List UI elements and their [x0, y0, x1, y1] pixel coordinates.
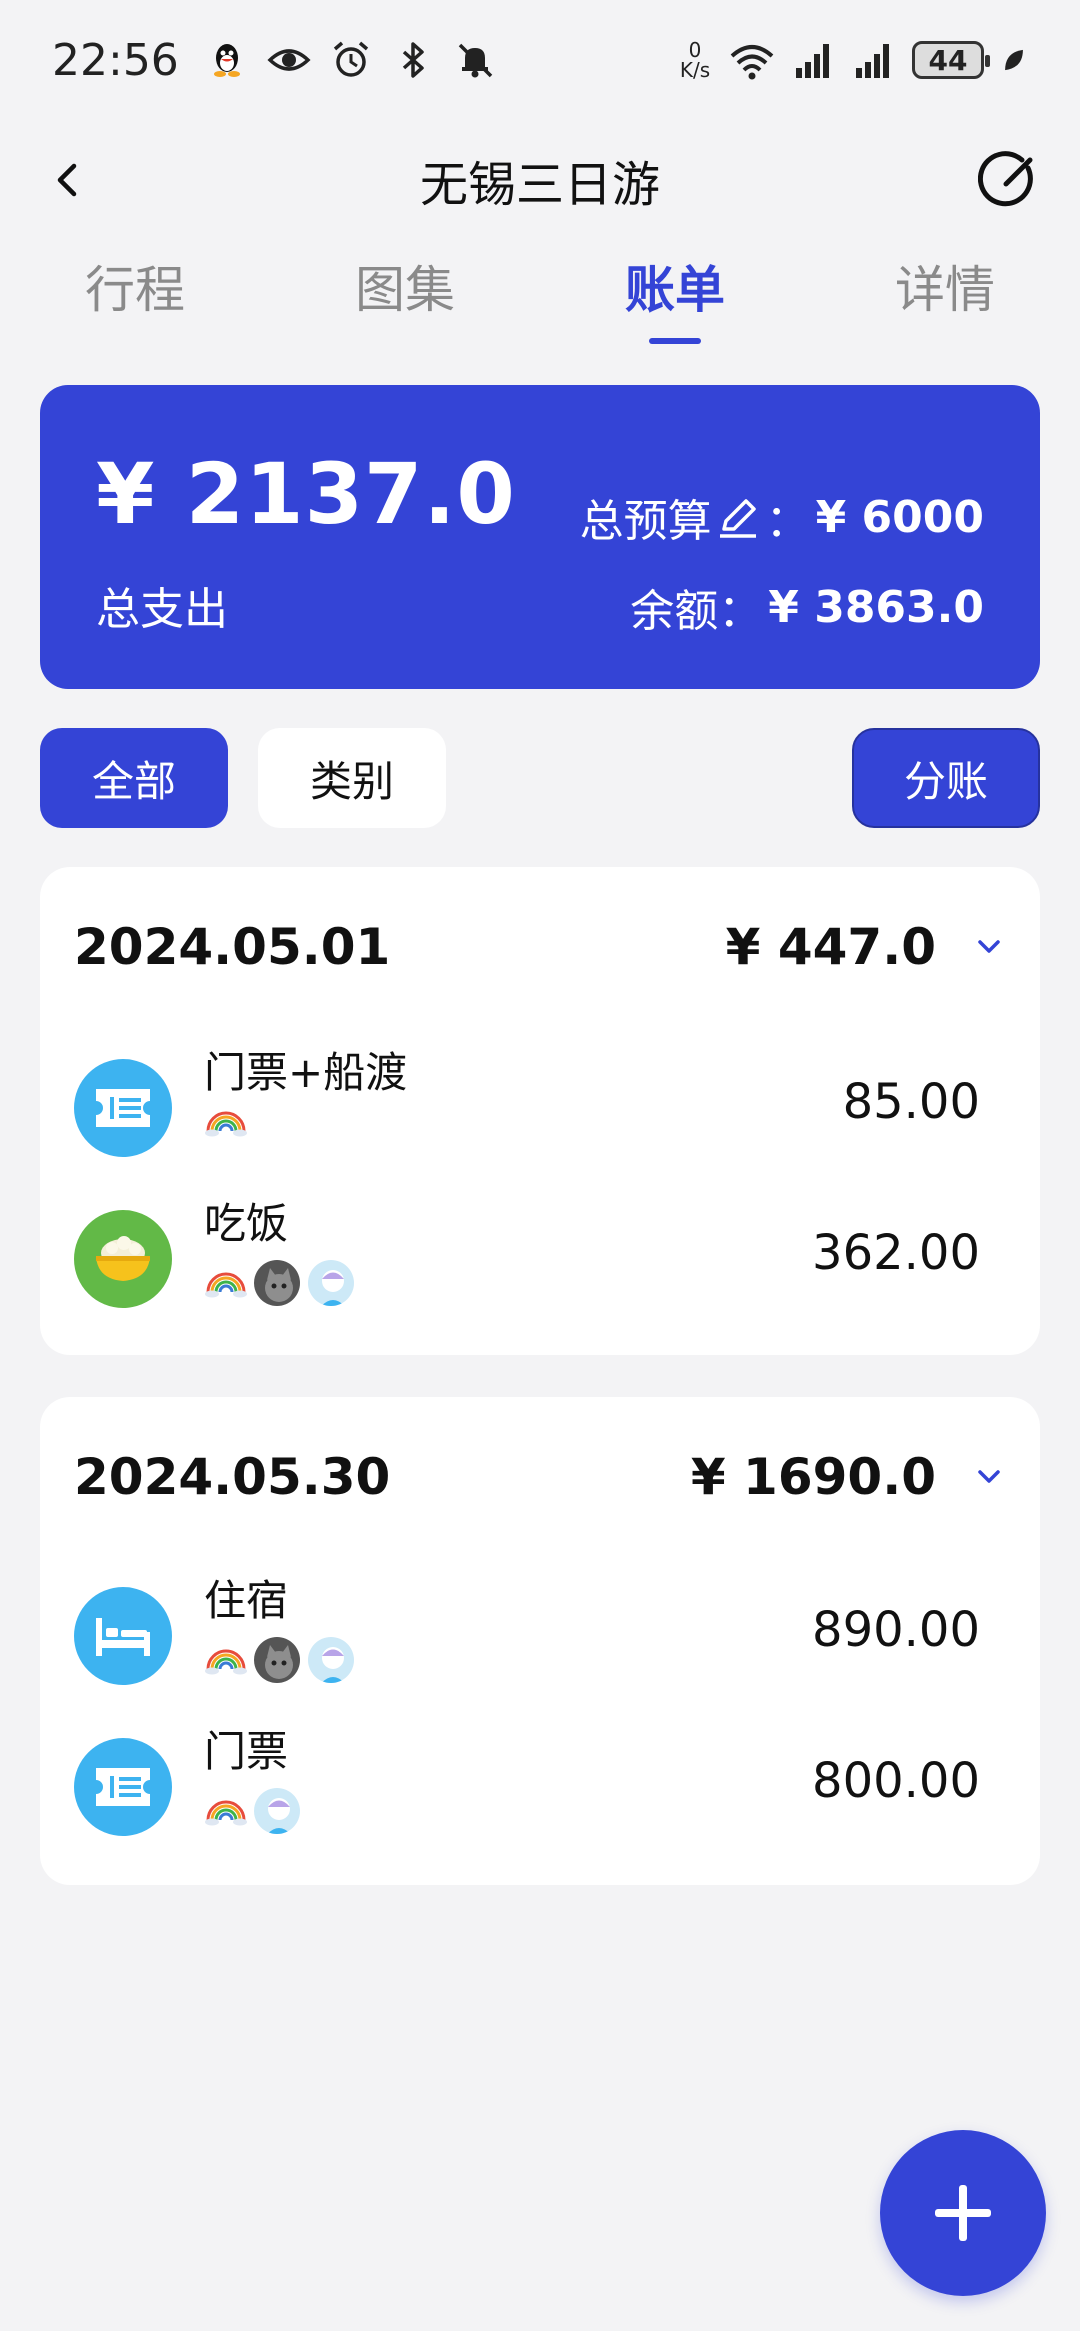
day-header[interactable]: 2024.05.30 ¥ 1690.0	[74, 1447, 1006, 1507]
balance-value: ¥ 3863.0	[768, 581, 984, 633]
entry-amount: 890.00	[812, 1602, 980, 1658]
expense-entry[interactable]: 吃饭 362.00	[74, 1199, 980, 1320]
qq-penguin-icon	[213, 44, 240, 77]
tab-details[interactable]: 详情	[810, 240, 1080, 350]
net-speed-unit: K/s	[679, 58, 711, 82]
alarm-icon	[333, 41, 368, 77]
rainbow-avatar-icon	[205, 1800, 247, 1826]
expense-entry[interactable]: 门票+船渡 85.00	[74, 1048, 980, 1169]
day-card: 2024.05.30 ¥ 1690.0 住宿 890.00 门票 800.00	[40, 1397, 1040, 1885]
plus-icon	[935, 2185, 991, 2241]
battery-icon: 44	[912, 41, 990, 79]
signal-icon	[796, 44, 829, 78]
total-expense-amount: ¥ 2137.0	[96, 445, 516, 543]
day-header[interactable]: 2024.05.01 ¥ 447.0	[74, 917, 1006, 977]
entry-name: 吃饭	[204, 1199, 289, 1248]
rainbow-avatar-icon	[205, 1272, 247, 1298]
day-total: ¥ 1690.0	[690, 1448, 936, 1506]
cat-avatar	[252, 1258, 302, 1308]
pencil-icon[interactable]	[716, 495, 760, 539]
chevron-left-icon	[57, 163, 77, 197]
chevron-down-icon[interactable]	[972, 1460, 1006, 1494]
ticket-icon	[74, 1738, 172, 1836]
wifi-icon	[730, 45, 774, 80]
entry-amount: 800.00	[812, 1753, 980, 1809]
budget-separator: ：	[765, 496, 810, 547]
cat-avatar	[252, 1635, 302, 1685]
bluetooth-icon	[402, 42, 424, 78]
participants	[204, 1107, 248, 1137]
rice-bowl-icon	[74, 1210, 172, 1308]
user-avatar	[306, 1635, 356, 1685]
net-speed: 0 K/s	[678, 40, 712, 80]
user-avatar	[252, 1786, 302, 1836]
edit-circle-icon	[978, 151, 1033, 207]
eye-icon	[267, 49, 311, 71]
day-date: 2024.05.30	[74, 1448, 391, 1506]
user-avatar	[306, 1258, 356, 1308]
status-bar: 22:56 0 K/s 44	[0, 0, 1080, 120]
chevron-down-icon[interactable]	[972, 930, 1006, 964]
filter-category-button[interactable]: 类别	[258, 728, 446, 828]
tab-bill[interactable]: 账单	[540, 240, 810, 350]
entry-amount: 362.00	[812, 1225, 980, 1281]
budget-value: ¥ 6000	[815, 491, 984, 543]
tab-itinerary[interactable]: 行程	[0, 240, 270, 350]
rainbow-avatar-icon	[205, 1111, 247, 1137]
participants	[204, 1786, 302, 1836]
header: 无锡三日游	[0, 130, 1080, 230]
day-card: 2024.05.01 ¥ 447.0 门票+船渡 85.00 吃饭 362.00	[40, 867, 1040, 1355]
split-bill-button[interactable]: 分账	[852, 728, 1040, 828]
edit-trip-button[interactable]	[978, 150, 1040, 212]
balance-label: 余额：	[630, 586, 763, 637]
expense-entry[interactable]: 住宿 890.00	[74, 1576, 980, 1697]
entry-name: 住宿	[204, 1576, 289, 1625]
page-title: 无锡三日游	[419, 157, 660, 213]
add-expense-button[interactable]	[880, 2130, 1046, 2296]
expense-entry[interactable]: 门票 800.00	[74, 1727, 980, 1848]
signal-icon-2	[856, 44, 889, 78]
entry-name: 门票+船渡	[204, 1048, 408, 1097]
filter-all-button[interactable]: 全部	[40, 728, 228, 828]
budget-row[interactable]: 总预算 ： ¥ 6000	[580, 485, 984, 549]
rainbow-avatar-icon	[205, 1649, 247, 1675]
entry-name: 门票	[204, 1727, 289, 1776]
net-speed-value: 0	[688, 38, 702, 62]
budget-label: 总预算	[579, 496, 712, 547]
total-expense-label: 总支出	[96, 584, 228, 635]
back-button[interactable]	[40, 152, 96, 208]
expense-summary-card: ¥ 2137.0 总支出 总预算 ： ¥ 6000 余额： ¥ 3863.0	[40, 385, 1040, 689]
status-time: 22:56	[52, 34, 179, 86]
leaf-icon	[1005, 49, 1023, 71]
entry-amount: 85.00	[842, 1074, 980, 1130]
participants	[204, 1258, 356, 1308]
participants	[204, 1635, 356, 1685]
tab-bar: 行程 图集 账单 详情	[0, 240, 1080, 350]
balance-row: 余额： ¥ 3863.0	[630, 575, 984, 639]
day-date: 2024.05.01	[74, 918, 391, 976]
bed-icon	[74, 1587, 172, 1685]
mute-bell-icon	[458, 43, 493, 78]
day-total: ¥ 447.0	[725, 918, 936, 976]
ticket-icon	[74, 1059, 172, 1157]
tab-gallery[interactable]: 图集	[270, 240, 540, 350]
filter-bar: 全部 类别 分账	[40, 728, 1040, 828]
